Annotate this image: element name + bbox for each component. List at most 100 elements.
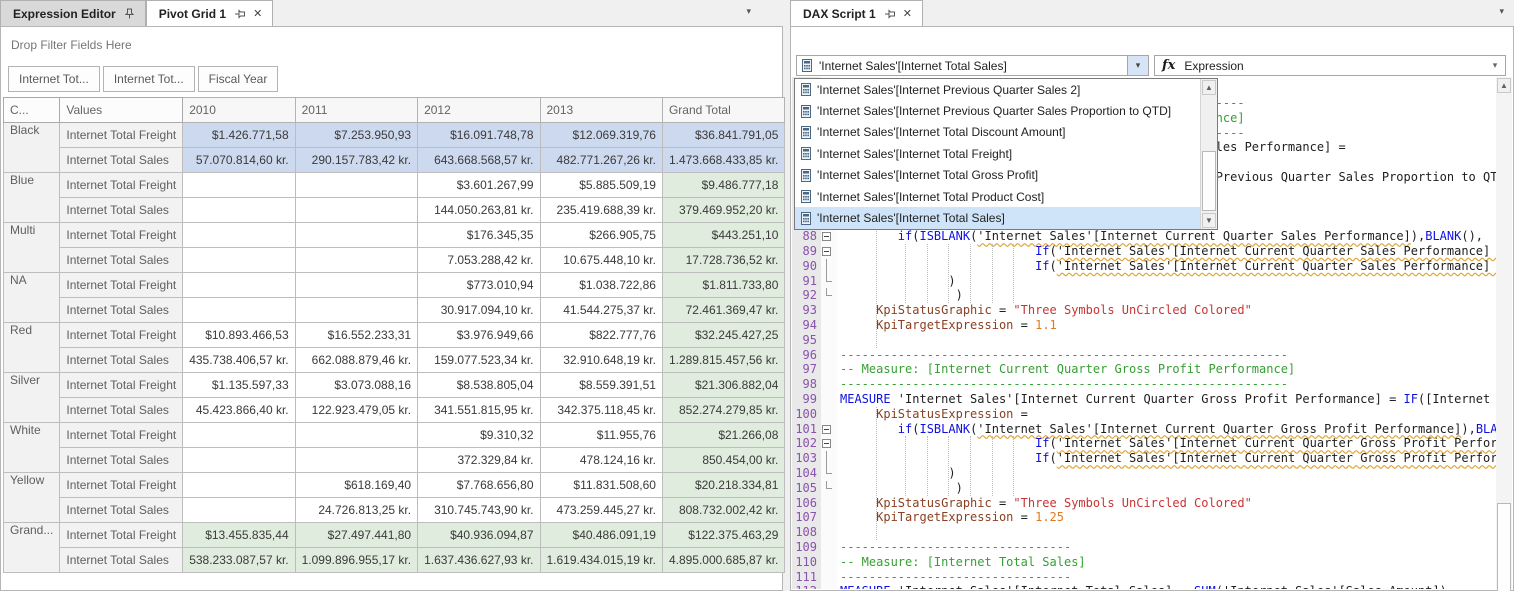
pivot-value-cell[interactable]: 538.233.087,57 kr. (183, 548, 295, 573)
pivot-value-cell[interactable]: $3.601.267,99 (418, 173, 540, 198)
pivot-value-cell[interactable]: 10.675.448,10 kr. (540, 248, 662, 273)
pivot-value-cell[interactable]: 122.923.479,05 kr. (295, 398, 417, 423)
pivot-value-cell[interactable]: $13.455.835,44 (183, 523, 295, 548)
pivot-value-cell[interactable]: 24.726.813,25 kr. (295, 498, 417, 523)
pivot-column-header[interactable]: Grand Total (662, 98, 784, 123)
measure-dropdown-item[interactable]: 'Internet Sales'[Internet Previous Quart… (795, 100, 1217, 121)
pivot-value-cell[interactable]: $443.251,10 (662, 223, 784, 248)
pin-icon[interactable] (234, 8, 246, 19)
pivot-measure-label[interactable]: Internet Total Freight (60, 373, 183, 398)
pivot-value-cell[interactable]: $773.010,94 (418, 273, 540, 298)
pivot-measure-label[interactable]: Internet Total Sales (60, 548, 183, 573)
pivot-value-cell[interactable]: $1.038.722,86 (540, 273, 662, 298)
pivot-value-cell[interactable]: $10.893.466,53 (183, 323, 295, 348)
pivot-category-cell[interactable]: Silver (4, 373, 60, 423)
pivot-value-cell[interactable]: 662.088.879,46 kr. (295, 348, 417, 373)
pivot-value-cell[interactable]: 341.551.815,95 kr. (418, 398, 540, 423)
pivot-measure-label[interactable]: Internet Total Sales (60, 448, 183, 473)
scroll-down-icon[interactable]: ▼ (1202, 213, 1216, 228)
pivot-measure-label[interactable]: Internet Total Sales (60, 398, 183, 423)
pivot-measure-label[interactable]: Internet Total Sales (60, 198, 183, 223)
fold-marker[interactable] (817, 436, 837, 451)
pivot-value-cell[interactable]: 379.469.952,20 kr. (662, 198, 784, 223)
pivot-value-cell[interactable]: $7.253.950,93 (295, 123, 417, 148)
pivot-value-cell[interactable]: $618.169,40 (295, 473, 417, 498)
pivot-value-cell[interactable]: 41.544.275,37 kr. (540, 298, 662, 323)
tab-pivot-grid[interactable]: Pivot Grid 1 ✕ (146, 0, 274, 26)
close-icon[interactable]: ✕ (253, 7, 262, 20)
pivot-value-cell[interactable]: $122.375.463,29 (662, 523, 784, 548)
pivot-value-cell[interactable]: $822.777,76 (540, 323, 662, 348)
scroll-up-icon[interactable]: ▲ (1497, 78, 1511, 93)
pivot-value-cell[interactable]: $3.073.088,16 (295, 373, 417, 398)
pivot-measure-label[interactable]: Internet Total Freight (60, 273, 183, 298)
pivot-value-cell[interactable]: $1.811.733,80 (662, 273, 784, 298)
pivot-value-cell[interactable]: 159.077.523,34 kr. (418, 348, 540, 373)
scroll-up-icon[interactable]: ▲ (1202, 80, 1216, 95)
pivot-measure-label[interactable]: Internet Total Freight (60, 123, 183, 148)
pivot-value-cell[interactable]: $8.538.805,04 (418, 373, 540, 398)
pivot-value-cell[interactable] (295, 423, 417, 448)
pivot-value-cell[interactable]: $7.768.656,80 (418, 473, 540, 498)
pivot-value-cell[interactable]: 45.423.866,40 kr. (183, 398, 295, 423)
pivot-value-cell[interactable]: 4.895.000.685,87 kr. (662, 548, 784, 573)
editor-scrollbar[interactable]: ▲ (1496, 77, 1512, 589)
pivot-measure-label[interactable]: Internet Total Sales (60, 298, 183, 323)
pivot-column-header[interactable]: 2013 (540, 98, 662, 123)
pivot-value-cell[interactable] (295, 298, 417, 323)
pivot-value-cell[interactable]: 1.619.434.015,19 kr. (540, 548, 662, 573)
pivot-value-cell[interactable]: 1.637.436.627,93 kr. (418, 548, 540, 573)
filter-field-button[interactable]: Internet Tot... (103, 66, 195, 92)
filter-field-button[interactable]: Internet Tot... (8, 66, 100, 92)
pivot-value-cell[interactable]: $1.135.597,33 (183, 373, 295, 398)
pivot-column-header[interactable]: Values (60, 98, 183, 123)
tab-expression-editor[interactable]: Expression Editor (0, 0, 146, 26)
pivot-value-cell[interactable] (183, 298, 295, 323)
pivot-value-cell[interactable] (295, 448, 417, 473)
pivot-value-cell[interactable]: $21.266,08 (662, 423, 784, 448)
pivot-measure-label[interactable]: Internet Total Sales (60, 248, 183, 273)
pivot-value-cell[interactable] (295, 173, 417, 198)
scrollbar-thumb[interactable] (1497, 503, 1511, 591)
pivot-category-cell[interactable]: Black (4, 123, 60, 173)
tab-overflow-icon[interactable]: ▾ (1499, 6, 1504, 17)
pivot-value-cell[interactable]: 435.738.406,57 kr. (183, 348, 295, 373)
measure-dropdown-item[interactable]: 'Internet Sales'[Internet Total Freight] (795, 143, 1217, 164)
pivot-value-cell[interactable]: 1.099.896.955,17 kr. (295, 548, 417, 573)
pivot-value-cell[interactable] (295, 223, 417, 248)
fold-marker[interactable] (817, 229, 837, 244)
pivot-category-cell[interactable]: Multi (4, 223, 60, 273)
pivot-value-cell[interactable] (183, 198, 295, 223)
pivot-value-cell[interactable]: 808.732.002,42 kr. (662, 498, 784, 523)
pivot-measure-label[interactable]: Internet Total Sales (60, 498, 183, 523)
pivot-value-cell[interactable]: $266.905,75 (540, 223, 662, 248)
measure-dropdown-item[interactable]: 'Internet Sales'[Internet Total Product … (795, 186, 1217, 207)
fold-marker[interactable] (817, 422, 837, 437)
pin-icon[interactable] (124, 8, 135, 20)
pivot-value-cell[interactable] (183, 248, 295, 273)
pivot-category-cell[interactable]: Blue (4, 173, 60, 223)
pivot-value-cell[interactable]: 1.473.668.433,85 kr. (662, 148, 784, 173)
measure-dropdown-item[interactable]: 'Internet Sales'[Internet Previous Quart… (795, 79, 1217, 100)
pivot-value-cell[interactable]: $20.218.334,81 (662, 473, 784, 498)
pivot-measure-label[interactable]: Internet Total Freight (60, 473, 183, 498)
fold-marker[interactable] (817, 244, 837, 259)
pivot-value-cell[interactable]: $16.552.233,31 (295, 323, 417, 348)
pivot-value-cell[interactable]: 290.157.783,42 kr. (295, 148, 417, 173)
pivot-value-cell[interactable]: $21.306.882,04 (662, 373, 784, 398)
pivot-measure-label[interactable]: Internet Total Freight (60, 423, 183, 448)
scrollbar-thumb[interactable] (1202, 151, 1216, 211)
pivot-value-cell[interactable]: $11.831.508,60 (540, 473, 662, 498)
pivot-value-cell[interactable]: $40.936.094,87 (418, 523, 540, 548)
pin-icon[interactable] (883, 8, 895, 19)
pivot-value-cell[interactable]: 1.289.815.457,56 kr. (662, 348, 784, 373)
pivot-value-cell[interactable]: $40.486.091,19 (540, 523, 662, 548)
pivot-value-cell[interactable]: 473.259.445,27 kr. (540, 498, 662, 523)
pivot-value-cell[interactable]: 32.910.648,19 kr. (540, 348, 662, 373)
pivot-value-cell[interactable]: 7.053.288,42 kr. (418, 248, 540, 273)
pivot-value-cell[interactable]: 850.454,00 kr. (662, 448, 784, 473)
pivot-column-header[interactable]: 2011 (295, 98, 417, 123)
pivot-value-cell[interactable]: 310.745.743,90 kr. (418, 498, 540, 523)
expression-combobox[interactable]: fx Expression ▾ (1154, 55, 1506, 76)
pivot-category-cell[interactable]: Yellow (4, 473, 60, 523)
